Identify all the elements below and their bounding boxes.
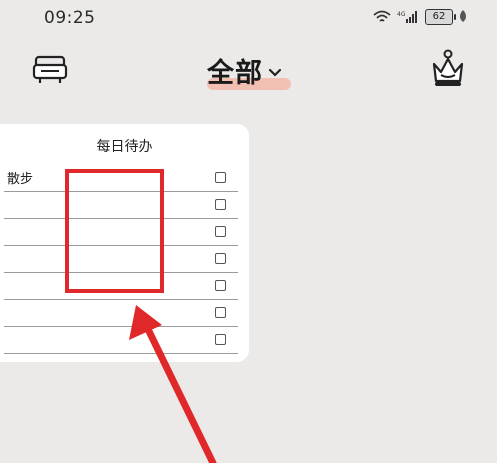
annotation-arrow bbox=[129, 305, 217, 463]
